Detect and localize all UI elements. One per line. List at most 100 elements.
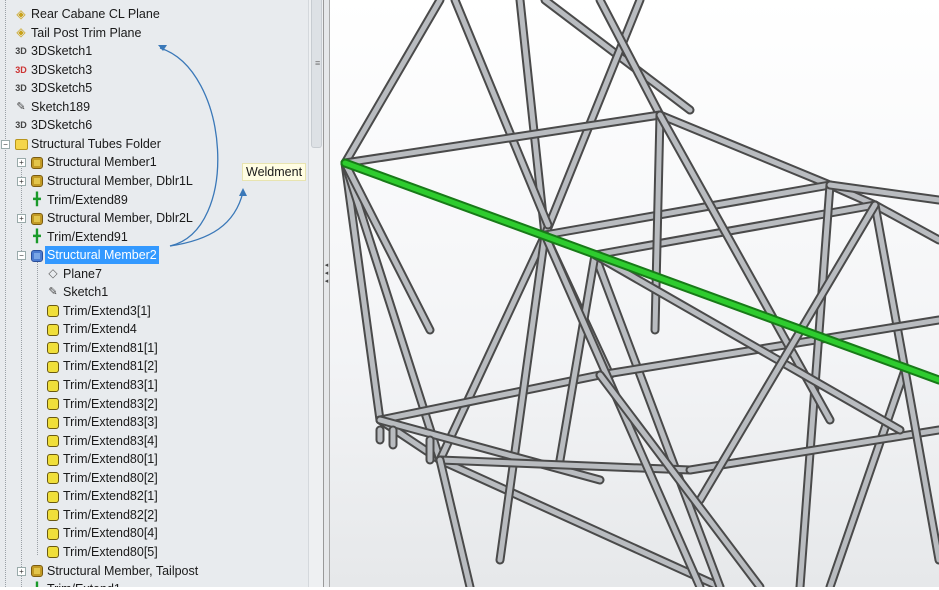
body-icon bbox=[46, 398, 60, 411]
structural-member-icon bbox=[30, 249, 44, 262]
tree-item[interactable]: Trim/Extend80[2] bbox=[0, 469, 306, 487]
body-icon bbox=[46, 323, 60, 336]
body-icon bbox=[46, 342, 60, 355]
tree-item[interactable]: Trim/Extend83[2] bbox=[0, 395, 306, 413]
tree-item[interactable]: − Structural Member2 bbox=[0, 246, 306, 265]
trim-extend-icon: ╋ bbox=[30, 582, 44, 587]
tree-item-label: Structural Member, Dblr2L bbox=[47, 211, 193, 226]
scrollbar-thumb[interactable]: ≡ bbox=[311, 0, 322, 148]
tree-item[interactable]: Trim/Extend81[1] bbox=[0, 339, 306, 357]
tree-item-label: Plane7 bbox=[63, 266, 102, 281]
tree-item-label: Trim/Extend91 bbox=[47, 229, 128, 244]
frame-tube[interactable] bbox=[827, 367, 908, 590]
tree-item[interactable]: ╋Trim/Extend1 bbox=[0, 580, 306, 587]
tree-item[interactable]: 3D 3DSketch3 bbox=[0, 61, 306, 79]
frame-tube[interactable] bbox=[437, 457, 473, 590]
weldment-frame-model[interactable] bbox=[330, 0, 939, 590]
tree-item-label: 3DSketch1 bbox=[31, 44, 93, 59]
expand-icon[interactable]: + bbox=[17, 214, 26, 224]
trim-extend-icon: ╋ bbox=[33, 192, 41, 206]
tree-item[interactable]: ╋ Trim/Extend89 bbox=[0, 191, 306, 209]
tree-item-label: Trim/Extend83[1] bbox=[63, 378, 158, 392]
tree-item[interactable]: Trim/Extend83[4] bbox=[0, 432, 306, 450]
tree-item[interactable]: Trim/Extend80[5] bbox=[0, 543, 306, 561]
tree-item[interactable]: Trim/Extend80[4] bbox=[0, 524, 306, 542]
structural-member-icon bbox=[30, 212, 44, 225]
tree-item[interactable]: Trim/Extend82[1] bbox=[0, 487, 306, 505]
tree-item-label: Trim/Extend83[2] bbox=[63, 396, 158, 411]
tree-item-label: Sketch1 bbox=[63, 285, 109, 300]
3dsketch-icon: 3D bbox=[15, 64, 27, 75]
frame-tube[interactable] bbox=[597, 372, 763, 590]
grip-icon: ≡ bbox=[315, 58, 321, 68]
tree-item[interactable]: Trim/Extend80[1] bbox=[0, 450, 306, 468]
tree-item[interactable]: 3D 3DSketch6 bbox=[0, 116, 306, 134]
sketch-icon: ✎ bbox=[16, 100, 26, 113]
tree-item-label: Trim/Extend80[4] bbox=[63, 526, 158, 541]
body-icon bbox=[46, 546, 60, 559]
tree-item[interactable]: Trim/Extend4 bbox=[0, 320, 306, 338]
tree-item[interactable]: Trim/Extend3[1] bbox=[0, 302, 306, 320]
tree-item-label: Structural Tubes Folder bbox=[31, 136, 161, 151]
tree-item-label: Trim/Extend81[1] bbox=[63, 340, 158, 355]
tree-item[interactable]: ✎ Sketch189 bbox=[0, 98, 306, 116]
tree-item-label: Trim/Extend80[5] bbox=[63, 544, 158, 559]
tree-item[interactable]: ╋ Trim/Extend91 bbox=[0, 228, 306, 246]
plane-icon: ◇ bbox=[48, 266, 58, 281]
3dsketch-icon: 3D bbox=[15, 120, 27, 131]
expand-icon[interactable]: + bbox=[17, 158, 26, 168]
collapse-icon[interactable]: − bbox=[17, 251, 26, 261]
tree-item-label: Trim/Extend81[2] bbox=[63, 359, 158, 374]
tree-item-label: Structural Member, Tailpost bbox=[47, 563, 199, 578]
frame-tube[interactable] bbox=[342, 0, 443, 166]
tree-item[interactable]: 3D 3DSketch5 bbox=[0, 79, 306, 97]
tree-item-label: 3DSketch5 bbox=[31, 81, 93, 96]
body-icon bbox=[46, 360, 60, 373]
tree-item[interactable]: + Structural Member, Dblr2L bbox=[0, 209, 306, 227]
tree-item-label: Trim/Extend4 bbox=[63, 322, 137, 337]
graphics-viewport[interactable] bbox=[330, 0, 939, 590]
tree-item-label: 3DSketch6 bbox=[31, 118, 93, 133]
tree-item-label: Tail Post Trim Plane bbox=[31, 25, 142, 40]
3dsketch-icon: 3D bbox=[15, 83, 27, 94]
frame-tube[interactable] bbox=[872, 202, 908, 373]
body-icon bbox=[46, 509, 60, 522]
expand-icon[interactable]: + bbox=[17, 176, 26, 186]
plane-icon: ◈ bbox=[16, 25, 26, 40]
tree-item[interactable]: ◈ Tail Post Trim Plane bbox=[0, 24, 306, 42]
tree-item[interactable]: Trim/Extend83[3] bbox=[0, 413, 306, 431]
body-icon bbox=[46, 305, 60, 318]
tree-item-label: Trim/Extend82[2] bbox=[63, 507, 158, 522]
body-icon bbox=[46, 379, 60, 392]
tree-item[interactable]: Trim/Extend82[2] bbox=[0, 506, 306, 524]
frame-tube[interactable] bbox=[592, 252, 903, 433]
body-icon bbox=[46, 435, 60, 448]
body-icon bbox=[46, 490, 60, 503]
folder-icon bbox=[14, 138, 28, 151]
tree-item[interactable]: ◈ Rear Cabane CL Plane bbox=[0, 5, 306, 23]
body-icon bbox=[46, 416, 60, 429]
tree-item-label: Trim/Extend89 bbox=[47, 192, 128, 207]
tree-item-label: 3DSketch3 bbox=[31, 62, 93, 77]
tree-item-label: Trim/Extend83[3] bbox=[63, 415, 158, 430]
collapse-icon[interactable]: − bbox=[1, 139, 10, 149]
frame-tube[interactable] bbox=[902, 367, 939, 563]
frame-tube[interactable] bbox=[657, 112, 833, 188]
frame-tube[interactable] bbox=[542, 182, 833, 238]
tree-item-label: Structural Member2 bbox=[45, 246, 159, 265]
structural-member-icon bbox=[30, 175, 44, 188]
tree-item[interactable]: − Structural Tubes Folder bbox=[0, 135, 306, 153]
panel-splitter[interactable]: ◂ ◂ ◂ bbox=[323, 0, 330, 587]
expand-icon[interactable]: + bbox=[17, 566, 26, 576]
feature-manager-tree: ◈ Rear Cabane CL Plane ◈ Tail Post Trim Pla… bbox=[0, 0, 308, 587]
structural-member-icon bbox=[30, 565, 44, 578]
tree-scrollbar[interactable]: ≡ bbox=[308, 0, 323, 587]
tree-item[interactable]: Trim/Extend81[2] bbox=[0, 357, 306, 375]
tree-item[interactable]: + Structural Member, Tailpost bbox=[0, 562, 306, 580]
tree-item[interactable]: 3D 3DSketch1 bbox=[0, 42, 306, 60]
tree-item[interactable]: Trim/Extend83[1] bbox=[0, 376, 306, 394]
body-icon bbox=[46, 527, 60, 540]
tree-item-label: Trim/Extend82[1] bbox=[63, 489, 158, 504]
tree-item[interactable]: ✎ Sketch1 bbox=[0, 283, 306, 301]
tree-item[interactable]: ◇ Plane7 bbox=[0, 265, 306, 283]
